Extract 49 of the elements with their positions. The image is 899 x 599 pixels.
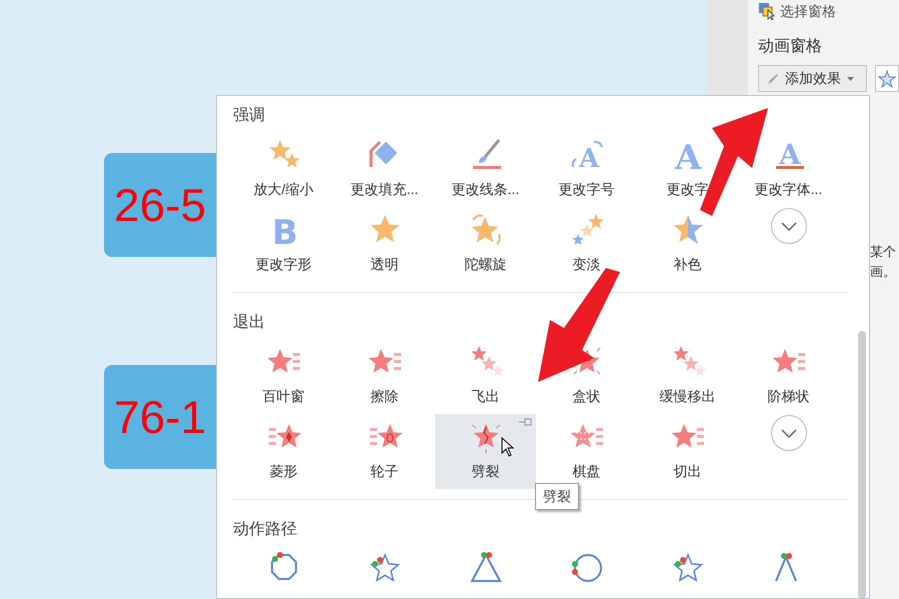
font-icon: A [670,137,704,171]
effect-label[interactable]: 更改字号 [558,179,614,200]
stars-icon [570,212,604,246]
bold-icon: B [266,212,300,246]
pencil-icon [767,72,779,84]
stars-icon [670,344,704,378]
mouse-cursor-icon [501,437,515,458]
effect-label[interactable]: 放大/缩小 [254,179,314,200]
add-effect-button[interactable]: 添加效果 [758,65,867,92]
dropdown-icon [847,76,854,80]
stars-icon [468,344,502,378]
pin-icon [519,417,533,427]
effect-label[interactable]: 飞出 [472,386,500,407]
scrollbar-thumb[interactable] [858,331,866,598]
effect-label[interactable]: 缓慢移出 [660,386,716,407]
selected-effect-item[interactable]: 劈裂 [435,414,536,489]
expand-button[interactable] [770,208,806,244]
effect-label[interactable]: 更改字体... [754,179,822,200]
tooltip: 劈裂 [535,483,579,510]
effect-label[interactable]: 劈裂 [472,461,500,482]
expand-button[interactable] [770,415,806,451]
effect-label[interactable]: 更改字 [666,179,708,200]
effect-label[interactable]: 切出 [674,461,702,482]
effect-label[interactable]: 百叶窗 [262,386,304,407]
selection-pane-icon [758,2,776,20]
effect-label[interactable]: 更改填充... [350,179,418,200]
description-text: 某个 [870,243,897,261]
chevron-down-icon [780,222,796,230]
effect-label[interactable]: 变淡 [572,254,600,275]
effect-label[interactable]: 更改字形 [256,254,312,275]
chevron-down-icon [780,428,796,438]
effect-label[interactable]: 陀螺旋 [464,254,506,275]
effect-label[interactable]: 补色 [674,254,702,275]
effect-label[interactable]: 轮子 [370,461,398,482]
effect-label[interactable]: 盒状 [572,386,600,407]
section-title: 动作路径 [233,520,298,540]
star-button[interactable] [875,65,899,92]
effect-label[interactable]: 擦除 [370,386,398,407]
selection-pane-link[interactable]: 选择窗格 [780,0,836,22]
description-text: 画。 [870,263,897,281]
effect-label[interactable]: 阶梯状 [768,386,810,407]
section-title: 强调 [233,106,266,126]
effect-label[interactable]: 棋盘 [572,461,600,482]
effect-label[interactable]: 更改线条... [452,179,520,200]
effect-label[interactable]: 菱形 [270,461,298,482]
star-icon [878,70,896,88]
effect-label[interactable]: 透明 [370,254,398,275]
section-title: 退出 [233,312,266,333]
panel-title: 动画窗格 [758,36,823,57]
